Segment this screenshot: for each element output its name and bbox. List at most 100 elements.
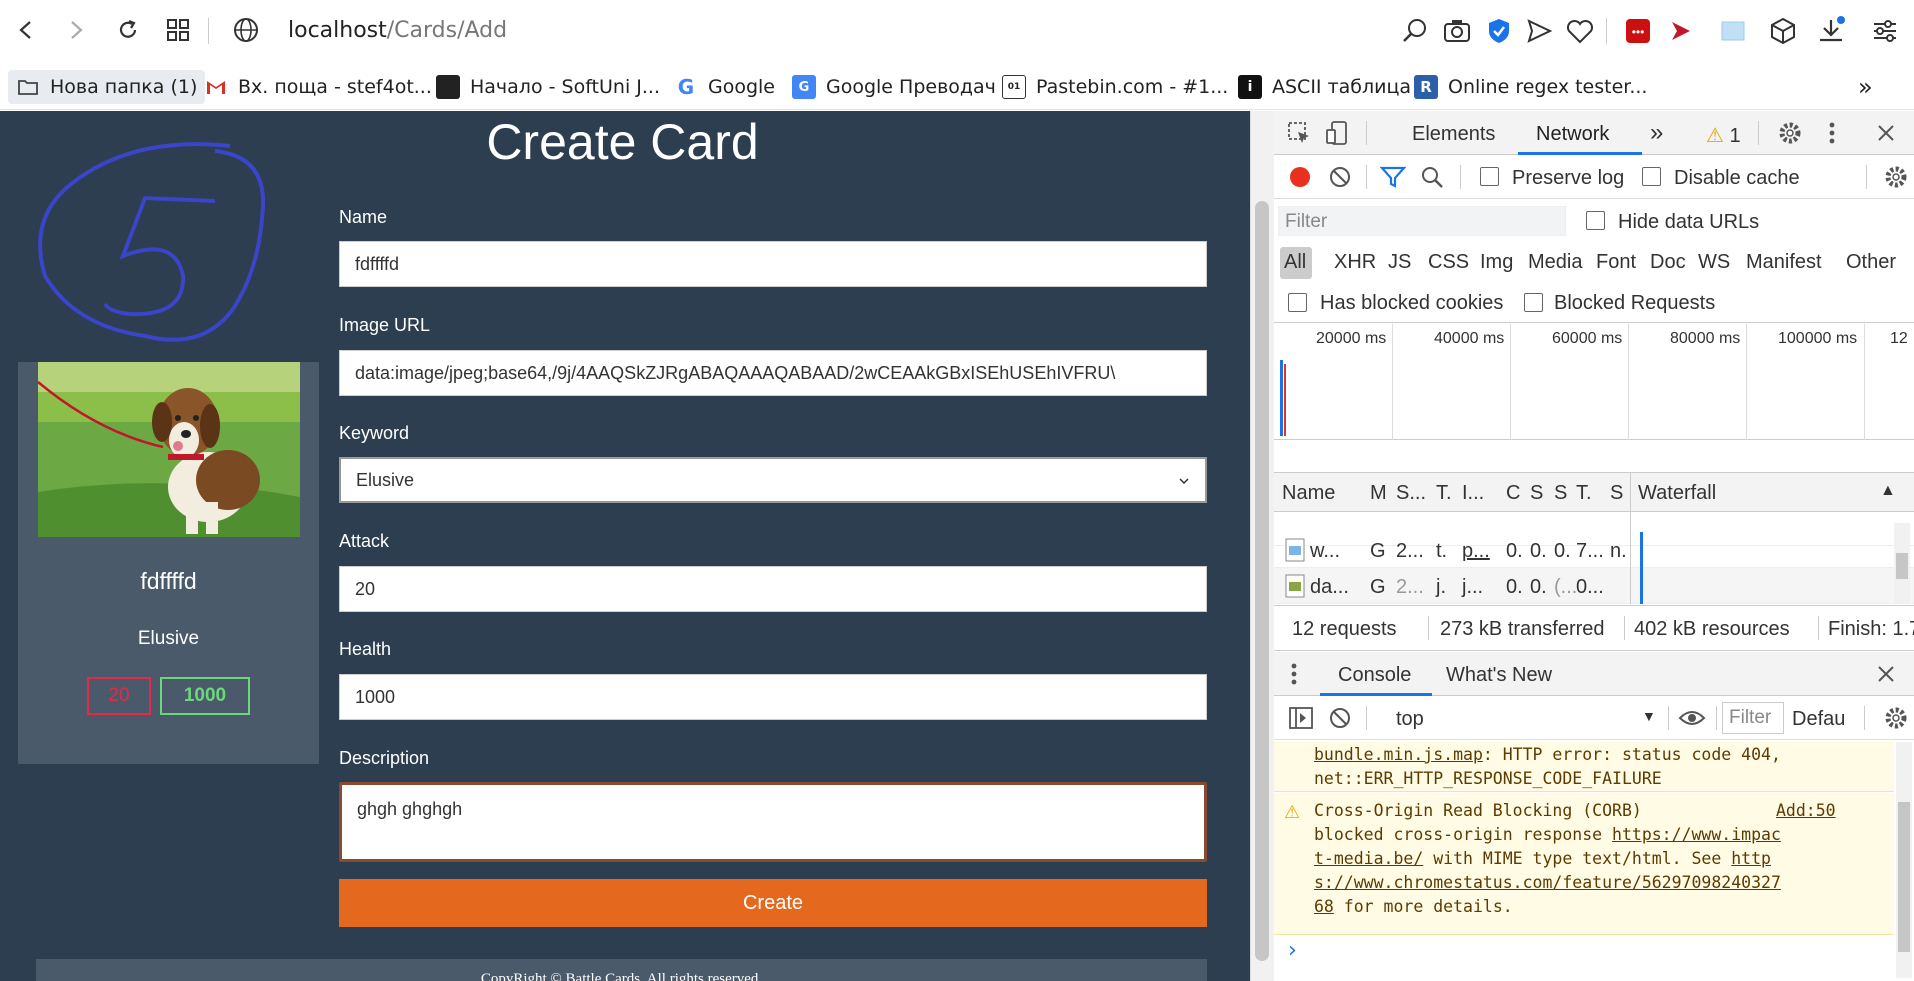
bookmark-regex[interactable]: R Online regex tester... <box>1414 70 1647 104</box>
kebab-menu-icon[interactable] <box>1828 121 1836 145</box>
type-filter-ws[interactable]: WS <box>1698 251 1730 274</box>
has-blocked-cookies-checkbox[interactable] <box>1288 293 1307 312</box>
name-input[interactable]: fdffffd <box>339 241 1207 287</box>
message-link[interactable]: https://www.impac <box>1612 825 1781 844</box>
bookmark-google-translate[interactable]: G Google Преводач <box>792 70 996 104</box>
col-time[interactable]: T. <box>1576 482 1592 505</box>
record-icon[interactable] <box>1288 165 1312 189</box>
camera-icon[interactable] <box>1442 16 1472 46</box>
password-manager-icon[interactable]: ••• <box>1623 16 1653 46</box>
hide-data-urls-checkbox[interactable] <box>1586 211 1605 230</box>
col-cookies[interactable]: C <box>1506 482 1520 505</box>
warning-source-link[interactable]: Add:50 <box>1776 799 1836 823</box>
col-method[interactable]: M <box>1370 482 1387 505</box>
type-filter-media[interactable]: Media <box>1528 251 1582 274</box>
table-row[interactable]: w... G 2... t. p... 0. 0. 0. 7... n. <box>1274 532 1914 568</box>
col-name[interactable]: Name <box>1282 482 1335 505</box>
message-link[interactable]: 68 <box>1314 897 1334 916</box>
type-filter-doc[interactable]: Doc <box>1650 251 1686 274</box>
console-filter-input[interactable]: Filter <box>1722 702 1784 734</box>
sort-up-icon[interactable]: ▲ <box>1880 482 1896 500</box>
type-filter-manifest[interactable]: Manifest <box>1746 251 1822 274</box>
bookmark-softuni[interactable]: Начало - SoftUni J... <box>436 70 660 104</box>
log-levels-dropdown[interactable]: Defau <box>1792 708 1845 731</box>
heart-icon[interactable] <box>1565 16 1595 46</box>
sidebar-toggle-icon[interactable] <box>1288 706 1314 730</box>
image-url-input[interactable]: data:image/jpeg;base64,/9j/4AAQSkZJRgABA… <box>339 350 1207 396</box>
extension-window-icon[interactable] <box>1718 16 1748 46</box>
context-selector[interactable]: top <box>1396 708 1424 731</box>
box-3d-icon[interactable] <box>1768 16 1798 46</box>
inspect-element-icon[interactable] <box>1286 120 1312 146</box>
console-settings-gear-icon[interactable] <box>1884 706 1908 730</box>
col-s[interactable]: S <box>1610 482 1623 505</box>
type-filter-other[interactable]: Other <box>1846 251 1896 274</box>
create-button[interactable]: Create <box>339 879 1207 927</box>
settings-gear-icon[interactable] <box>1778 121 1802 145</box>
col-type[interactable]: T. <box>1436 482 1452 505</box>
col-initiator[interactable]: I... <box>1462 482 1484 505</box>
bookmark-gmail[interactable]: Вх. поща - stef4ot... <box>204 70 432 104</box>
type-filter-js[interactable]: JS <box>1388 251 1411 274</box>
clear-console-icon[interactable] <box>1328 706 1352 730</box>
console-prompt[interactable]: › <box>1288 939 1297 963</box>
keyword-select[interactable]: Elusive <box>339 457 1207 503</box>
type-filter-img[interactable]: Img <box>1480 251 1513 274</box>
description-textarea[interactable]: ghgh ghghgh <box>339 782 1207 862</box>
attack-input[interactable]: 20 <box>339 566 1207 612</box>
tab-elements[interactable]: Elements <box>1412 123 1495 146</box>
search-icon[interactable] <box>1420 165 1444 189</box>
source-map-link[interactable]: bundle.min.js.map <box>1314 745 1483 764</box>
network-filter-input[interactable]: Filter <box>1278 206 1566 236</box>
disable-cache-checkbox[interactable] <box>1642 167 1661 186</box>
timeline-overview[interactable]: 20000 ms 40000 ms 60000 ms 80000 ms 1000… <box>1274 324 1914 440</box>
drawer-menu-icon[interactable] <box>1290 662 1298 686</box>
type-filter-font[interactable]: Font <box>1596 251 1636 274</box>
more-bookmarks-button[interactable]: » <box>1858 70 1873 104</box>
globe-icon[interactable] <box>232 16 260 44</box>
message-link[interactable]: http <box>1731 849 1771 868</box>
download-icon[interactable] <box>1816 16 1846 46</box>
filter-icon[interactable] <box>1380 165 1406 189</box>
close-icon[interactable] <box>1876 123 1896 143</box>
warnings-counter[interactable]: ⚠ 1 <box>1706 123 1741 148</box>
bookmark-pastebin[interactable]: 01 Pastebin.com - #1... <box>1002 70 1228 104</box>
console-scrollbar[interactable] <box>1896 742 1912 978</box>
tab-whats-new[interactable]: What's New <box>1446 664 1552 687</box>
col-waterfall[interactable]: Waterfall <box>1638 482 1716 505</box>
clear-icon[interactable] <box>1328 165 1352 189</box>
reload-icon[interactable] <box>112 14 144 46</box>
address-bar[interactable]: localhost/Cards/Add <box>288 18 507 43</box>
col-status[interactable]: S... <box>1396 482 1426 505</box>
request-cell[interactable]: p... <box>1462 540 1490 563</box>
page-scrollbar[interactable] <box>1250 111 1274 981</box>
network-settings-gear-icon[interactable] <box>1884 165 1908 189</box>
speed-dial-icon[interactable] <box>162 14 194 46</box>
shield-check-icon[interactable] <box>1484 16 1514 46</box>
device-toolbar-icon[interactable] <box>1324 120 1350 146</box>
more-tabs-button[interactable]: » <box>1650 119 1663 147</box>
tab-console[interactable]: Console <box>1338 664 1411 687</box>
send-icon[interactable] <box>1524 16 1554 46</box>
zoom-search-icon[interactable] <box>1400 16 1430 46</box>
type-filter-all[interactable]: All <box>1284 251 1306 274</box>
drawer-close-icon[interactable] <box>1876 664 1896 684</box>
blocked-requests-checkbox[interactable] <box>1524 293 1543 312</box>
preserve-log-checkbox[interactable] <box>1480 167 1499 186</box>
extension-arrow-icon[interactable] <box>1666 16 1696 46</box>
request-table-scrollbar[interactable] <box>1894 523 1910 603</box>
col-size[interactable]: S <box>1554 482 1567 505</box>
table-row[interactable]: da... G 2... j. j... 0. 0. (... 0... <box>1274 568 1914 604</box>
type-filter-css[interactable]: CSS <box>1428 251 1469 274</box>
context-dropdown-icon[interactable]: ▼ <box>1642 708 1656 724</box>
bookmark-folder[interactable]: Нова папка (1) <box>8 70 206 104</box>
tab-network[interactable]: Network <box>1536 123 1609 146</box>
eye-icon[interactable] <box>1678 706 1706 730</box>
health-input[interactable]: 1000 <box>339 674 1207 720</box>
easy-setup-icon[interactable] <box>1870 16 1900 46</box>
message-link[interactable]: s://www.chromestatus.com/feature/5629709… <box>1314 873 1781 892</box>
type-filter-xhr[interactable]: XHR <box>1334 251 1376 274</box>
message-link[interactable]: t-media.be/ <box>1314 849 1423 868</box>
col-set-cookies[interactable]: S <box>1530 482 1543 505</box>
back-icon[interactable] <box>10 14 42 46</box>
